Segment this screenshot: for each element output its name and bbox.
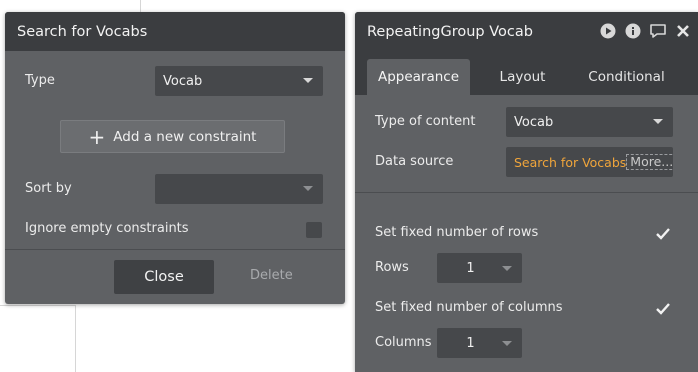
rows-label: Rows [375,260,409,275]
close-button[interactable]: Close [114,260,214,294]
checkmark-icon [656,303,670,315]
close-button-label: Close [144,269,184,285]
chevron-down-icon [303,186,313,191]
rows-select[interactable]: 1 [437,253,522,283]
property-editor-title: RepeatingGroup Vocab [367,23,533,40]
data-source-expression[interactable]: Search for Vocabs [514,155,626,170]
tab-layout[interactable]: Layout [470,59,575,95]
search-editor-panel: Search for Vocabs Type Vocab + Add a new… [5,12,345,304]
add-constraint-label: Add a new constraint [113,128,257,145]
search-editor-header[interactable]: Search for Vocabs [5,12,345,51]
sort-by-label: Sort by [25,181,72,196]
comment-icon[interactable] [649,22,667,40]
add-constraint-button[interactable]: + Add a new constraint [60,120,285,153]
tab-conditional-label: Conditional [588,69,665,85]
tab-appearance-label: Appearance [377,69,460,85]
type-select-value: Vocab [163,73,203,89]
canvas-line-horizontal [0,305,76,306]
rows-value: 1 [466,260,475,276]
type-select[interactable]: Vocab [155,66,323,96]
fixed-rows-label: Set fixed number of rows [375,225,539,240]
search-editor-title: Search for Vocabs [17,23,148,40]
fixed-columns-checkbox[interactable] [655,301,671,317]
ignore-empty-checkbox[interactable] [306,222,322,238]
canvas-line-vertical-2 [75,305,76,372]
data-source-field[interactable]: Search for Vocabs More... [506,147,673,177]
section-divider [355,192,698,193]
repeating-group-property-editor: RepeatingGroup Vocab Appearance Layout C… [355,12,698,372]
data-source-label: Data source [375,154,454,169]
tab-layout-label: Layout [499,69,546,85]
type-label: Type [25,73,55,88]
close-icon[interactable] [674,22,692,40]
checkmark-icon [656,228,670,240]
play-icon[interactable] [599,22,617,40]
columns-select[interactable]: 1 [437,328,522,358]
type-of-content-select[interactable]: Vocab [506,107,673,137]
type-of-content-value: Vocab [514,114,554,130]
tab-conditional[interactable]: Conditional [575,59,678,95]
canvas-line-vertical [140,0,141,12]
tab-appearance[interactable]: Appearance [367,59,470,95]
info-icon[interactable] [624,22,642,40]
chevron-down-icon [653,119,663,124]
data-source-more-button[interactable]: More... [626,154,673,170]
chevron-down-icon [502,341,512,346]
chevron-down-icon [502,266,512,271]
type-of-content-label: Type of content [375,114,476,129]
sort-by-select[interactable] [155,174,323,204]
columns-label: Columns [375,335,432,350]
tab-bar: Appearance Layout Conditional [355,51,698,95]
columns-value: 1 [466,335,475,351]
delete-link[interactable]: Delete [250,268,293,283]
chevron-down-icon [303,78,313,83]
ignore-empty-label: Ignore empty constraints [25,221,189,236]
fixed-columns-label: Set fixed number of columns [375,300,563,315]
plus-icon: + [88,124,106,149]
fixed-rows-checkbox[interactable] [655,226,671,242]
footer-divider [5,249,345,250]
property-editor-header[interactable]: RepeatingGroup Vocab [355,12,698,51]
